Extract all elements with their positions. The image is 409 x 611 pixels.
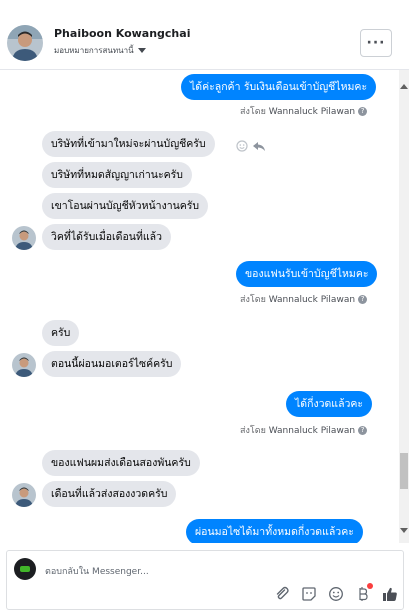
scroll-down-arrow-icon[interactable] bbox=[400, 528, 408, 533]
sent-by-label: ส่งโดย Wannaluck Pilawan? bbox=[240, 292, 368, 306]
paperclip-icon[interactable] bbox=[273, 585, 291, 603]
outgoing-message: ของแฟนรับเข้าบัญชีไหมคะ bbox=[236, 261, 378, 287]
agent-name: Wannaluck Pilawan bbox=[268, 107, 356, 117]
outgoing-message: ได้กี่งวดแล้วคะ bbox=[286, 391, 373, 417]
outgoing-message: ผ่อนมอไซได้มาทั้งหมดกี่งวดแล้วคะ bbox=[186, 519, 363, 543]
incoming-message: ของแฟนผมส่งเดือนสองพันครับ bbox=[42, 450, 200, 476]
customer-avatar-small bbox=[12, 353, 36, 377]
thread-scrollbar[interactable] bbox=[399, 70, 409, 543]
agent-name: Wannaluck Pilawan bbox=[268, 295, 356, 305]
incoming-message: เดือนที่แล้วส่งสองงวดครับ bbox=[42, 481, 177, 507]
incoming-message: เขาโอนผ่านบัญชีหัวหน้างานครับ bbox=[42, 193, 209, 219]
sent-by-label: ส่งโดย Wannaluck Pilawan? bbox=[240, 104, 368, 118]
more-options-button[interactable]: ··· bbox=[360, 29, 392, 57]
outgoing-message: ได้ค่ะลูกค้า รับเงินเดือนเข้าบัญชีไหมคะ bbox=[181, 74, 377, 100]
incoming-message: บริษัทที่เข้ามาใหม่จะผ่านบัญชีครับ bbox=[42, 131, 215, 157]
help-icon[interactable]: ? bbox=[358, 426, 368, 435]
emoji-icon[interactable] bbox=[327, 585, 345, 603]
notification-dot bbox=[367, 583, 373, 589]
message-thread: ได้ค่ะลูกค้า รับเงินเดือนเข้าบัญชีไหมคะ … bbox=[0, 70, 409, 543]
react-emoji-icon[interactable] bbox=[236, 140, 248, 152]
conversation-header: Phaiboon Kowangchai มอบหมายการสนทนานี้ ·… bbox=[0, 0, 409, 70]
message-actions bbox=[236, 140, 266, 152]
reply-composer[interactable]: ตอบกลับใน Messenger... bbox=[6, 550, 404, 610]
composer-toolbar bbox=[273, 583, 399, 603]
agent-name: Wannaluck Pilawan bbox=[268, 426, 356, 436]
assign-label: มอบหมายการสนทนานี้ bbox=[54, 46, 134, 55]
incoming-message: วิคที่ได้รับเมื่อเดือนที่แล้ว bbox=[42, 224, 171, 250]
incoming-message: ครับ bbox=[42, 320, 80, 346]
help-icon[interactable]: ? bbox=[358, 107, 368, 116]
assign-conversation-dropdown[interactable]: มอบหมายการสนทนานี้ bbox=[54, 44, 146, 57]
sent-by-label: ส่งโดย Wannaluck Pilawan? bbox=[240, 423, 368, 437]
customer-name[interactable]: Phaiboon Kowangchai bbox=[54, 27, 190, 40]
chevron-down-icon bbox=[137, 48, 146, 53]
reply-input[interactable]: ตอบกลับใน Messenger... bbox=[45, 564, 149, 578]
sticker-icon[interactable] bbox=[300, 585, 318, 603]
thumbs-up-icon[interactable] bbox=[381, 585, 399, 603]
customer-avatar-small bbox=[12, 226, 36, 250]
scroll-thumb[interactable] bbox=[400, 453, 408, 489]
scroll-up-arrow-icon[interactable] bbox=[400, 84, 408, 89]
incoming-message: บริษัทที่หมดสัญญาเก่านะครับ bbox=[42, 162, 192, 188]
help-icon[interactable]: ? bbox=[358, 295, 368, 304]
incoming-message: ตอนนี้ผ่อนมอเตอร์ไซค์ครับ bbox=[42, 351, 182, 377]
page-avatar bbox=[14, 558, 36, 580]
customer-avatar-small bbox=[12, 483, 36, 507]
payments-icon[interactable] bbox=[354, 583, 373, 603]
reply-icon[interactable] bbox=[252, 140, 266, 152]
customer-avatar[interactable] bbox=[7, 25, 43, 61]
